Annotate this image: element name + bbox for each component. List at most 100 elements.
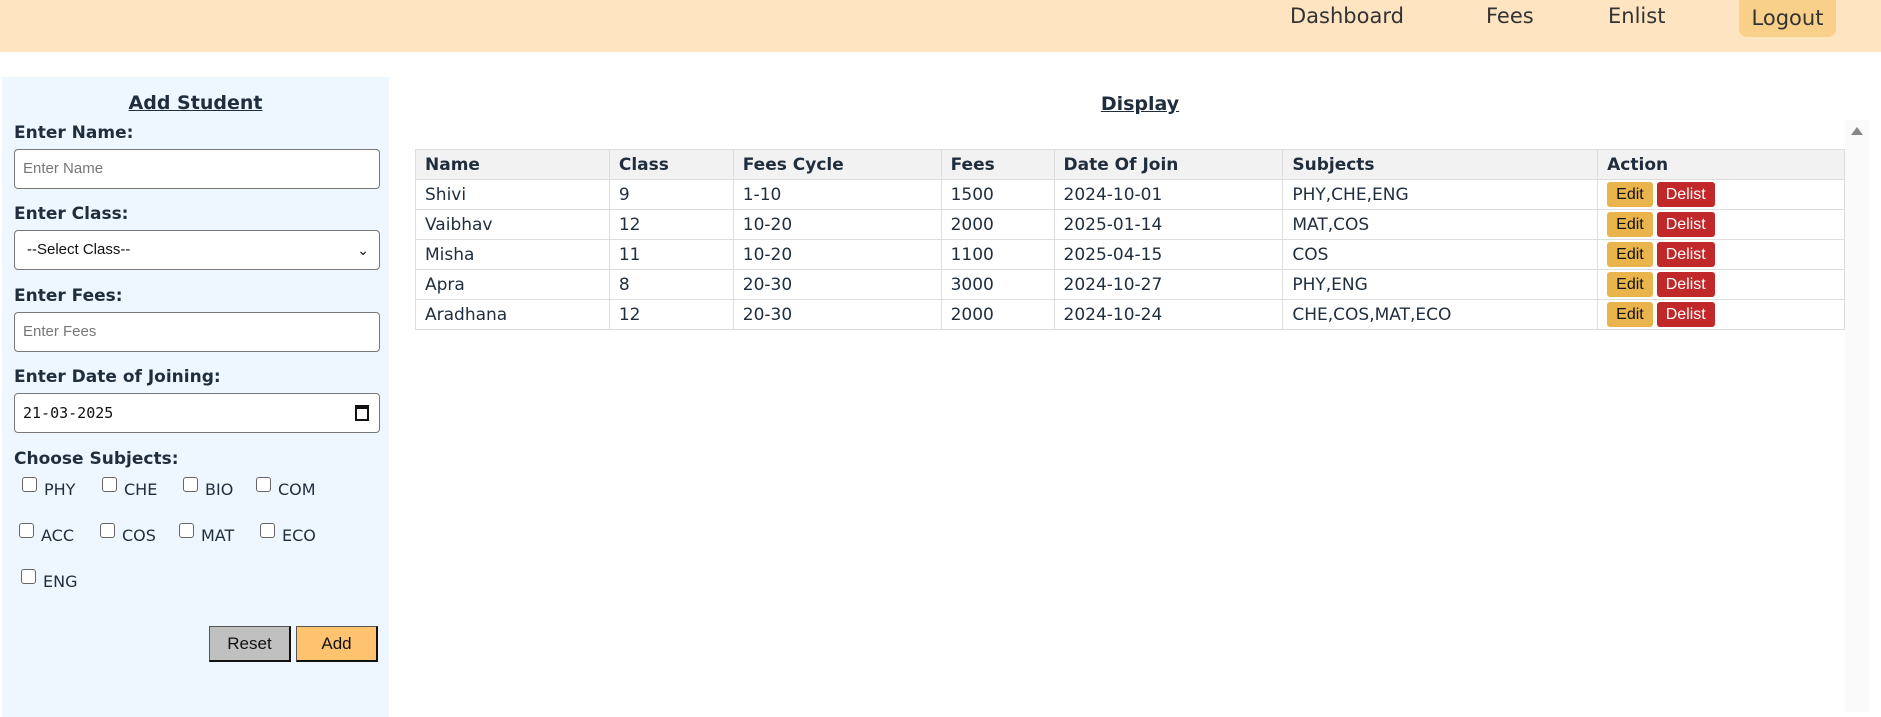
checkbox-box[interactable] xyxy=(260,523,275,538)
checkbox-che[interactable]: CHE xyxy=(102,477,158,499)
top-nav-bar: Dashboard Fees Enlist Logout xyxy=(0,0,1881,52)
table-cell: Vaibhav xyxy=(415,209,610,240)
action-cell: Edit Delist xyxy=(1597,179,1845,210)
table-row: Shivi 9 1-10 1500 2024-10-01 PHY,CHE,ENG Edit D… xyxy=(415,179,1845,210)
delist-button[interactable]: Delist xyxy=(1656,242,1715,267)
checkbox-box[interactable] xyxy=(179,523,194,538)
edit-button[interactable]: Edit xyxy=(1607,302,1653,327)
reset-button[interactable]: Reset xyxy=(209,626,291,662)
checkbox-box[interactable] xyxy=(22,477,37,492)
table-row: Misha 11 10-20 1100 2025-04-15 COS Edit Delist xyxy=(415,239,1845,270)
table-cell: 3000 xyxy=(940,269,1055,300)
action-cell: Edit Delist xyxy=(1597,239,1845,270)
table-cell: Aradhana xyxy=(415,299,610,330)
table-cell: COS xyxy=(1282,239,1599,270)
name-placeholder: Enter Name xyxy=(23,160,104,177)
checkbox-box[interactable] xyxy=(256,477,271,492)
table-header-row: Name Class Fees Cycle Fees Date Of Join Subje… xyxy=(415,149,1845,180)
table-cell: 1100 xyxy=(940,239,1055,270)
checkbox-cos[interactable]: COS xyxy=(100,523,156,545)
edit-button[interactable]: Edit xyxy=(1607,272,1653,297)
table-cell: PHY,CHE,ENG xyxy=(1282,179,1599,210)
nav-dashboard[interactable]: Dashboard xyxy=(1290,4,1404,28)
checkbox-mat[interactable]: MAT xyxy=(179,523,235,545)
class-select[interactable]: --Select Class-- ⌄ xyxy=(14,230,380,270)
column-header: Fees xyxy=(940,149,1055,180)
checkbox-com[interactable]: COM xyxy=(256,477,316,499)
form-title: Add Student xyxy=(128,92,263,114)
table-row: Vaibhav 12 10-20 2000 2025-01-14 MAT,COS Edit D… xyxy=(415,209,1845,240)
table-cell: 12 xyxy=(608,299,734,330)
table-cell: PHY,ENG xyxy=(1282,269,1599,300)
table-cell: CHE,COS,MAT,ECO xyxy=(1282,299,1599,330)
table-cell: 10-20 xyxy=(732,239,942,270)
scrollbar[interactable] xyxy=(1845,120,1869,712)
edit-button[interactable]: Edit xyxy=(1607,182,1653,207)
table-cell: 2025-04-15 xyxy=(1053,239,1284,270)
table-cell: 20-30 xyxy=(732,269,942,300)
column-header: Class xyxy=(608,149,734,180)
column-header: Date Of Join xyxy=(1053,149,1284,180)
table-cell: 9 xyxy=(608,179,734,210)
checkbox-label: ECO xyxy=(282,526,316,545)
checkbox-eng[interactable]: ENG xyxy=(21,569,77,591)
edit-button[interactable]: Edit xyxy=(1607,242,1653,267)
table-cell: MAT,COS xyxy=(1282,209,1599,240)
date-input[interactable]: 21-03-2025 xyxy=(14,393,380,433)
name-input[interactable]: Enter Name xyxy=(14,149,380,189)
delist-button[interactable]: Delist xyxy=(1656,182,1715,207)
students-table: Name Class Fees Cycle Fees Date Of Join Subje… xyxy=(415,149,1845,330)
table-cell: 1-10 xyxy=(732,179,942,210)
checkbox-label: CHE xyxy=(124,480,158,499)
display-title: Display xyxy=(1100,93,1180,115)
table-cell: 2024-10-27 xyxy=(1053,269,1284,300)
calendar-icon[interactable] xyxy=(355,405,369,421)
checkbox-label: MAT xyxy=(201,526,235,545)
class-label: Enter Class: xyxy=(14,204,129,224)
table-cell: 2000 xyxy=(940,299,1055,330)
action-cell: Edit Delist xyxy=(1597,299,1845,330)
table-row: Apra 8 20-30 3000 2024-10-27 PHY,ENG Edit Delis… xyxy=(415,269,1845,300)
column-header: Fees Cycle xyxy=(732,149,942,180)
checkbox-box[interactable] xyxy=(100,523,115,538)
fees-label: Enter Fees: xyxy=(14,286,123,306)
checkbox-bio[interactable]: BIO xyxy=(183,477,234,499)
column-header: Name xyxy=(415,149,610,180)
subjects-label: Choose Subjects: xyxy=(14,449,179,469)
scroll-up-arrow-icon[interactable] xyxy=(1851,127,1863,135)
checkbox-eco[interactable]: ECO xyxy=(260,523,316,545)
name-label: Enter Name: xyxy=(14,123,134,143)
checkbox-phy[interactable]: PHY xyxy=(22,477,76,499)
checkbox-acc[interactable]: ACC xyxy=(19,523,74,545)
add-button[interactable]: Add xyxy=(296,626,378,662)
delist-button[interactable]: Delist xyxy=(1656,272,1715,297)
class-selected: --Select Class-- xyxy=(27,241,131,258)
checkbox-box[interactable] xyxy=(102,477,117,492)
column-header: Subjects xyxy=(1282,149,1599,180)
fees-placeholder: Enter Fees xyxy=(23,323,97,340)
table-cell: Misha xyxy=(415,239,610,270)
checkbox-box[interactable] xyxy=(183,477,198,492)
action-cell: Edit Delist xyxy=(1597,269,1845,300)
table-cell: 11 xyxy=(608,239,734,270)
checkbox-label: PHY xyxy=(44,480,76,499)
table-cell: 8 xyxy=(608,269,734,300)
delist-button[interactable]: Delist xyxy=(1656,212,1715,237)
checkbox-label: BIO xyxy=(205,480,234,499)
checkbox-label: COS xyxy=(122,526,156,545)
date-value: 21-03-2025 xyxy=(23,404,114,422)
checkbox-label: COM xyxy=(278,480,316,499)
table-cell: Apra xyxy=(415,269,610,300)
table-cell: 2025-01-14 xyxy=(1053,209,1284,240)
nav-fees[interactable]: Fees xyxy=(1486,4,1534,28)
edit-button[interactable]: Edit xyxy=(1607,212,1653,237)
table-row: Aradhana 12 20-30 2000 2024-10-24 CHE,COS,MAT… xyxy=(415,299,1845,330)
add-student-panel: Add Student Enter Name: Enter Name Enter… xyxy=(2,77,389,717)
checkbox-box[interactable] xyxy=(19,523,34,538)
delist-button[interactable]: Delist xyxy=(1656,302,1715,327)
checkbox-box[interactable] xyxy=(21,569,36,584)
nav-enlist[interactable]: Enlist xyxy=(1608,4,1665,28)
table-cell: Shivi xyxy=(415,179,610,210)
logout-button[interactable]: Logout xyxy=(1739,0,1836,37)
fees-input[interactable]: Enter Fees xyxy=(14,312,380,352)
